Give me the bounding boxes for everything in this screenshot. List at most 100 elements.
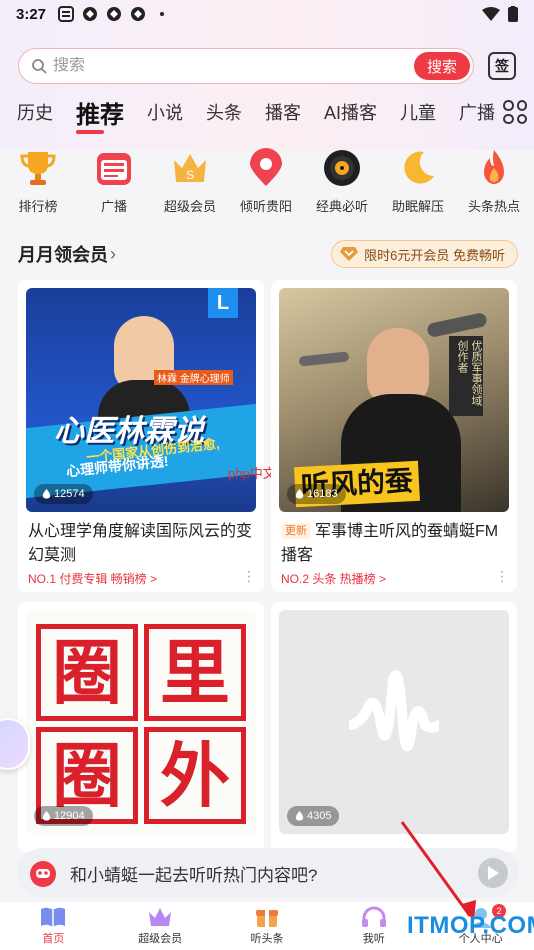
play-button[interactable] bbox=[478, 858, 508, 888]
seal-char: 外 bbox=[144, 727, 246, 824]
battery-icon bbox=[508, 6, 518, 22]
nav-home[interactable]: 首页 bbox=[0, 902, 107, 950]
play-count-value: 4305 bbox=[307, 810, 332, 822]
album-cover[interactable]: 圈 里 圈 外 12904 bbox=[26, 610, 256, 834]
dragonfly-mascot-icon bbox=[30, 861, 56, 887]
section-title[interactable]: 月月领会员 bbox=[18, 241, 108, 267]
seal-grid: 圈 里 圈 外 bbox=[36, 624, 246, 824]
quick-item-label: 助眠解压 bbox=[391, 199, 444, 214]
quick-item-hot-news[interactable]: 头条热点 bbox=[456, 148, 532, 218]
trophy-icon bbox=[20, 152, 56, 185]
more-dot-icon bbox=[160, 12, 165, 16]
moon-icon bbox=[404, 151, 434, 184]
nav-headlines[interactable]: 听头条 bbox=[214, 902, 321, 950]
section-header: 月月领会员 › 限时6元开会员 免费畅听 bbox=[18, 240, 518, 268]
album-rank[interactable]: NO.1 付费专辑 畅销榜 > bbox=[28, 570, 157, 587]
notification-icon bbox=[58, 6, 75, 22]
play-count: 4305 bbox=[287, 806, 340, 826]
category-tabs: 历史 推荐 小说 头条 播客 AI播客 儿童 广播 bbox=[17, 95, 527, 134]
quick-item-label: 经典必听 bbox=[315, 199, 368, 214]
tab-history[interactable]: 历史 bbox=[17, 99, 53, 125]
search-button[interactable]: 搜索 bbox=[414, 52, 470, 80]
album-title-text: 从心理学角度解读国际风云的变幻莫测 bbox=[28, 523, 253, 564]
app-notification-icon bbox=[131, 7, 146, 21]
jet-shape bbox=[426, 311, 488, 339]
quick-item-guiyang[interactable]: 倾听贵阳 bbox=[228, 148, 304, 218]
radio-icon bbox=[97, 153, 131, 185]
location-pin-icon bbox=[250, 148, 282, 186]
quick-access-row: 排行榜 广播 S 超级会员 倾听贵阳 经典必听 助眠解压 头条热点 bbox=[0, 148, 534, 218]
jet-shape bbox=[298, 351, 350, 367]
album-card[interactable]: 圈 里 圈 外 12904 bbox=[18, 602, 264, 852]
play-count: 12574 bbox=[34, 484, 93, 504]
wifi-icon bbox=[482, 7, 500, 21]
album-card[interactable]: 优质军事领域创作者 听风的蚕 16183 更新 军事博主听风的蚕蜻蜓FM播客 NO… bbox=[271, 280, 517, 592]
quick-item-classics[interactable]: 经典必听 bbox=[304, 148, 380, 218]
diamond-icon bbox=[340, 247, 359, 261]
crown-icon bbox=[149, 908, 172, 926]
promo-badge[interactable]: 限时6元开会员 免费畅听 bbox=[331, 240, 518, 268]
flame-icon bbox=[295, 810, 304, 821]
tab-podcast[interactable]: 播客 bbox=[265, 99, 301, 125]
flame-icon bbox=[42, 488, 51, 499]
chevron-right-icon[interactable]: › bbox=[110, 244, 116, 265]
play-icon bbox=[488, 866, 499, 880]
tab-radio[interactable]: 广播 bbox=[459, 99, 495, 125]
album-cover[interactable]: 4305 bbox=[279, 610, 509, 834]
flame-icon bbox=[484, 150, 504, 184]
tab-children[interactable]: 儿童 bbox=[400, 99, 436, 125]
promo-text: 限时6元开会员 免费畅听 bbox=[364, 247, 505, 263]
album-title[interactable]: 更新 军事博主听风的蚕蜻蜓FM播客 bbox=[281, 520, 505, 568]
album-card[interactable]: L 林霖 金牌心理师 心医林霖说 一个国家从创伤到治愈, 心理师带你讲透! 12… bbox=[18, 280, 264, 592]
person-face bbox=[367, 328, 429, 404]
quick-item-sleep[interactable]: 助眠解压 bbox=[380, 148, 456, 218]
category-grid-icon[interactable] bbox=[503, 100, 527, 124]
seal-char: 里 bbox=[144, 624, 246, 721]
quick-item-super-vip[interactable]: S 超级会员 bbox=[152, 148, 228, 218]
quick-item-radio[interactable]: 广播 bbox=[76, 148, 152, 218]
nav-label: 超级会员 bbox=[138, 933, 183, 945]
album-rank[interactable]: NO.2 头条 热播榜 > bbox=[281, 570, 386, 587]
album-title[interactable]: 从心理学角度解读国际风云的变幻莫测 bbox=[28, 520, 252, 568]
play-count-value: 12904 bbox=[54, 810, 85, 822]
quick-item-ranking[interactable]: 排行榜 bbox=[0, 148, 76, 218]
tab-novel[interactable]: 小说 bbox=[147, 99, 183, 125]
svg-text:S: S bbox=[186, 168, 194, 182]
cover-logo: L bbox=[208, 288, 238, 318]
update-badge: 更新 bbox=[281, 523, 311, 539]
search-row: 搜索 签 bbox=[18, 48, 518, 84]
sign-in-button[interactable]: 签 bbox=[488, 52, 516, 80]
gift-box-icon bbox=[255, 910, 278, 927]
play-count-value: 12574 bbox=[54, 488, 85, 500]
more-options-icon[interactable]: ⋮ bbox=[242, 568, 256, 585]
play-count-value: 16183 bbox=[307, 488, 338, 500]
sound-wave-placeholder-icon bbox=[349, 670, 439, 752]
app-notification-icon bbox=[107, 7, 122, 21]
search-box[interactable]: 搜索 bbox=[18, 48, 474, 84]
play-count: 12904 bbox=[34, 806, 93, 826]
annotation-arrow bbox=[400, 821, 476, 922]
cover-tag: 林霖 金牌心理师 bbox=[154, 370, 233, 385]
book-icon bbox=[41, 907, 66, 927]
flame-icon bbox=[295, 488, 304, 499]
site-watermark: ITMOP.COM bbox=[407, 912, 534, 939]
tab-ai-podcast[interactable]: AI播客 bbox=[324, 99, 377, 125]
album-card[interactable]: 4305 bbox=[271, 602, 517, 852]
seal-char: 圈 bbox=[36, 624, 138, 721]
album-title-text: 军事博主听风的蚕蜻蜓FM播客 bbox=[281, 523, 499, 564]
headphones-icon bbox=[361, 906, 386, 927]
quick-item-label: 倾听贵阳 bbox=[239, 199, 292, 214]
tab-recommend[interactable]: 推荐 bbox=[76, 95, 124, 134]
assistant-prompt-text: 和小蜻蜓一起去听听热门内容吧? bbox=[70, 865, 318, 885]
quick-item-label: 广播 bbox=[100, 199, 127, 214]
album-cover[interactable]: L 林霖 金牌心理师 心医林霖说 一个国家从创伤到治愈, 心理师带你讲透! 12… bbox=[26, 288, 256, 512]
more-options-icon[interactable]: ⋮ bbox=[495, 568, 509, 585]
tab-headlines[interactable]: 头条 bbox=[206, 99, 242, 125]
album-cover[interactable]: 优质军事领域创作者 听风的蚕 16183 bbox=[279, 288, 509, 512]
quick-item-label: 头条热点 bbox=[467, 199, 520, 214]
nav-super-vip[interactable]: 超级会员 bbox=[107, 902, 214, 950]
nav-label: 首页 bbox=[42, 933, 65, 945]
nav-label: 听头条 bbox=[250, 933, 284, 945]
nav-label: 我听 bbox=[362, 933, 385, 945]
search-input[interactable] bbox=[53, 57, 414, 75]
